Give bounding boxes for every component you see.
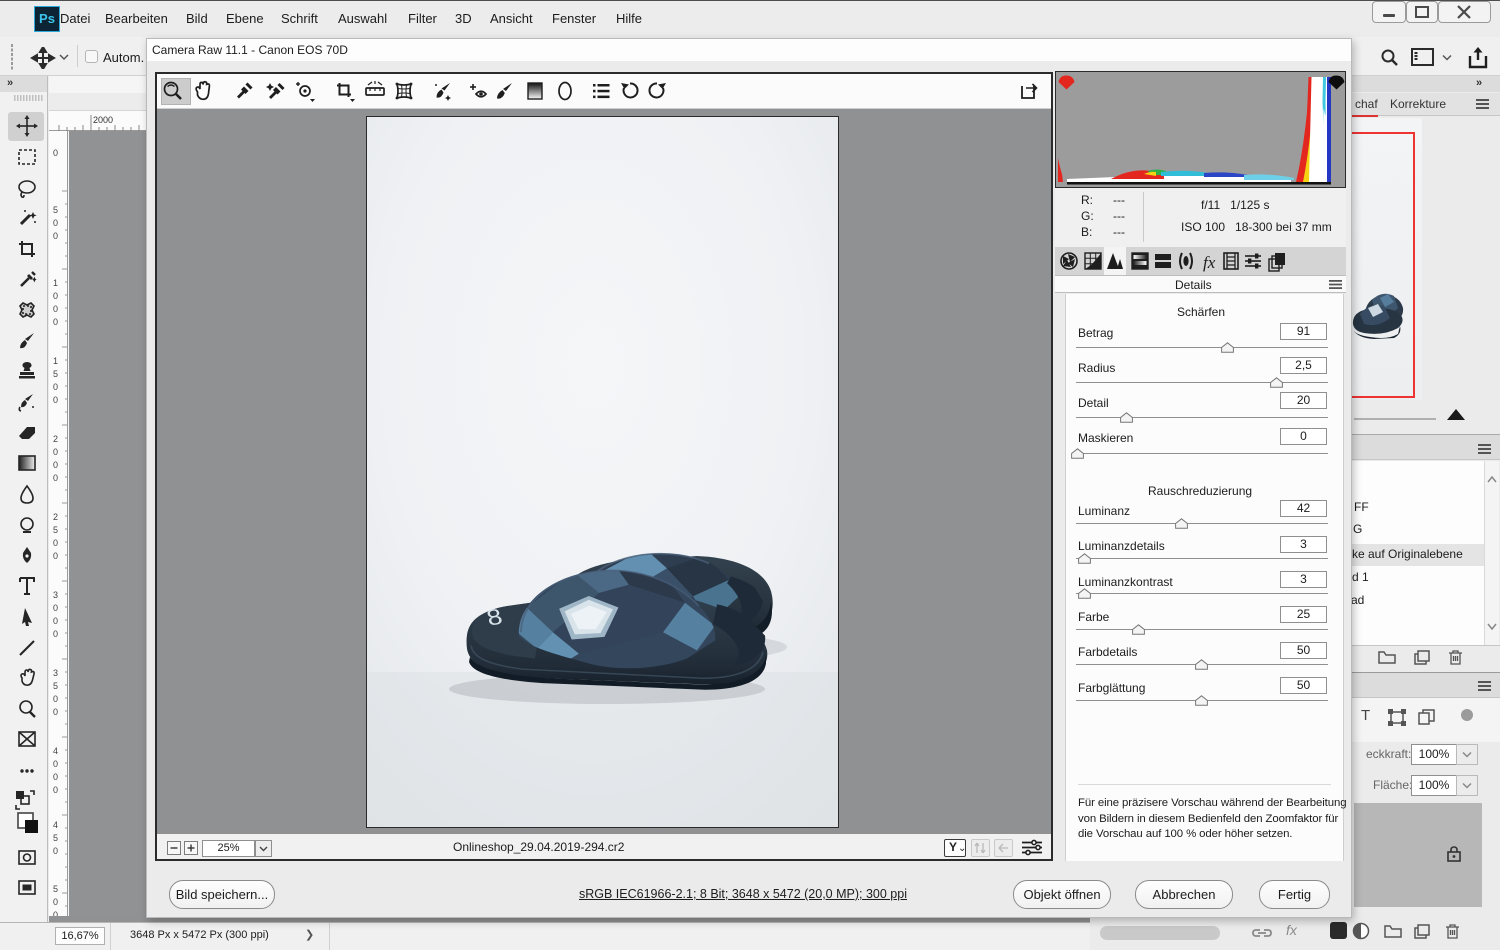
svg-text:fx: fx (1203, 253, 1216, 272)
